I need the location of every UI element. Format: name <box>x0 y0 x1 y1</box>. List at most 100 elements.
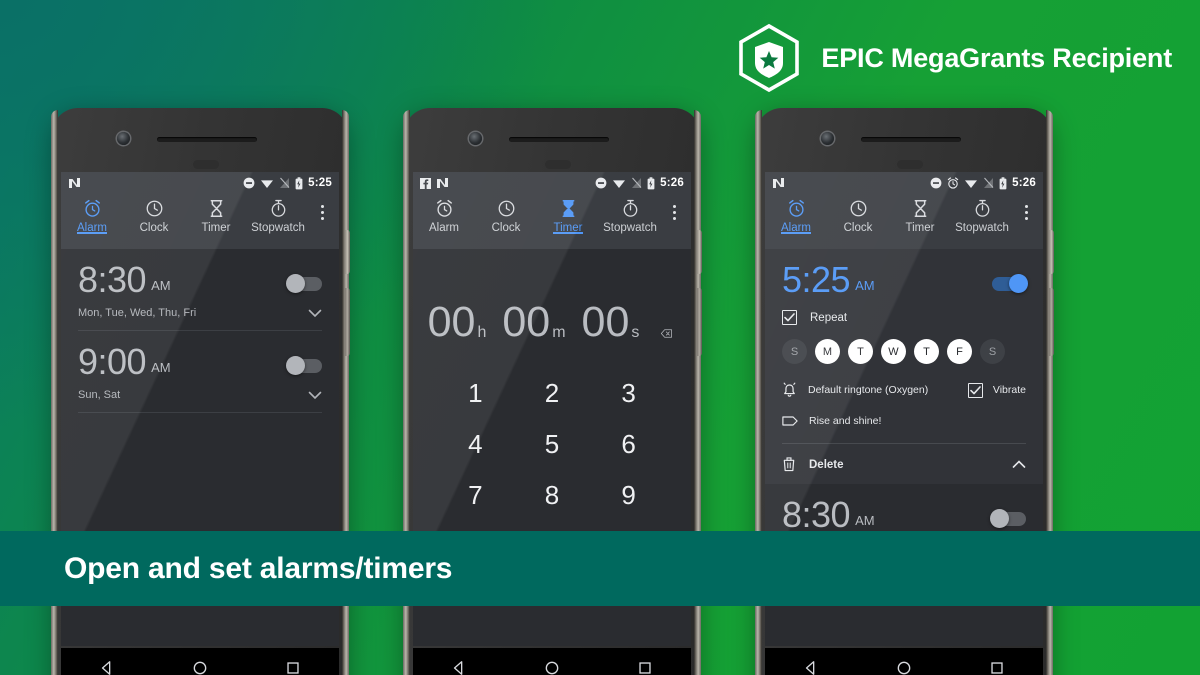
backspace-icon[interactable] <box>657 329 676 344</box>
badge-label: EPIC MegaGrants Recipient <box>821 42 1172 73</box>
power-button[interactable] <box>697 230 702 274</box>
vibrate-label: Vibrate <box>992 384 1026 397</box>
circle-home-icon[interactable] <box>544 660 560 675</box>
keypad-key-5[interactable]: 5 <box>514 429 591 460</box>
alarm-item[interactable]: 9:00 AM Sun, Sat <box>61 331 339 412</box>
tab-alarm[interactable]: Alarm <box>61 194 123 234</box>
android-n-icon <box>437 178 448 188</box>
alarm-clock-icon <box>84 199 100 217</box>
tab-clock[interactable]: Clock <box>475 194 537 234</box>
day-sunday[interactable]: S <box>782 339 807 365</box>
keypad-key-2[interactable]: 2 <box>514 378 591 409</box>
day-wednesday[interactable]: W <box>881 339 906 365</box>
tab-alarm[interactable]: Alarm <box>413 194 475 234</box>
alarm-toggle[interactable] <box>286 274 322 294</box>
tab-bar: Alarm Clock Timer Stopwatch <box>61 194 339 249</box>
stopwatch-icon <box>975 199 989 217</box>
timer-hours: 00 <box>427 298 476 346</box>
tab-stopwatch[interactable]: Stopwatch <box>951 194 1013 234</box>
timer-hours-unit: h <box>477 324 487 341</box>
power-button[interactable] <box>1049 230 1054 274</box>
day-saturday[interactable]: S <box>980 339 1005 365</box>
volume-button[interactable] <box>697 288 702 356</box>
tab-active-indicator <box>77 231 107 234</box>
circle-home-icon[interactable] <box>896 660 912 675</box>
alarm-toggle[interactable] <box>286 356 322 376</box>
status-bar-clock: 5:26 <box>660 177 684 189</box>
repeat-row[interactable]: Repeat <box>765 310 1043 326</box>
circle-home-icon[interactable] <box>192 660 208 675</box>
delete-row[interactable]: Delete <box>765 457 1043 476</box>
more-vertical-icon[interactable] <box>661 194 687 220</box>
alarm-item-expanded[interactable]: 5:25 AM <box>765 249 1043 298</box>
square-recents-icon[interactable] <box>637 660 653 675</box>
tab-clock-label: Clock <box>139 222 169 234</box>
proximity-sensor <box>193 160 219 169</box>
day-thursday[interactable]: T <box>914 339 939 365</box>
delete-label: Delete <box>809 458 844 471</box>
more-vertical-icon[interactable] <box>1013 194 1039 220</box>
alarm-item[interactable]: 8:30 AM Mon, Tue, Wed, Thu, Fri <box>61 249 339 330</box>
keypad-key-6[interactable]: 6 <box>590 429 667 460</box>
tab-timer[interactable]: Timer <box>537 194 599 234</box>
toggle-knob <box>1009 274 1028 294</box>
tab-clock[interactable]: Clock <box>123 194 185 234</box>
overflow-dot <box>1024 205 1028 208</box>
keypad-key-1[interactable]: 1 <box>437 378 514 409</box>
bell-ring-icon <box>783 382 796 397</box>
alarm-time[interactable]: 5:25 <box>782 261 851 297</box>
hourglass-icon <box>210 199 222 218</box>
vibrate-checkbox[interactable] <box>967 382 983 398</box>
day-monday[interactable]: M <box>815 339 840 365</box>
tab-timer[interactable]: Timer <box>889 194 951 234</box>
keypad-key-3[interactable]: 3 <box>590 378 667 409</box>
square-recents-icon[interactable] <box>285 660 301 675</box>
triangle-back-icon[interactable] <box>451 660 467 675</box>
repeat-checkbox[interactable] <box>782 310 797 326</box>
chevron-down-icon[interactable] <box>308 391 322 400</box>
volume-button[interactable] <box>345 288 350 356</box>
overflow-dot <box>1024 217 1028 220</box>
alarm-item-header: 9:00 AM <box>78 344 322 380</box>
alarm-item-header: 5:25 AM <box>782 261 1028 298</box>
chevron-down-icon[interactable] <box>308 309 322 318</box>
triangle-back-icon[interactable] <box>99 660 115 675</box>
check-icon <box>970 385 981 395</box>
alarm-toggle[interactable] <box>992 274 1028 294</box>
overflow-dot <box>672 205 676 208</box>
keypad-key-9[interactable]: 9 <box>590 480 667 511</box>
trash-icon <box>783 457 795 472</box>
alarm-ampm: AM <box>855 278 875 294</box>
keypad-key-7[interactable]: 7 <box>437 480 514 511</box>
timer-minutes: 00 <box>502 298 551 346</box>
volume-button[interactable] <box>1049 288 1054 356</box>
phone-top-bezel <box>765 116 1043 174</box>
ringtone-row[interactable]: Default ringtone (Oxygen) Vibrate <box>765 382 1043 398</box>
tab-alarm[interactable]: Alarm <box>765 194 827 234</box>
timer-seconds-unit: s <box>631 324 640 341</box>
alarm-label-row[interactable]: Rise and shine! <box>765 415 1043 427</box>
alarm-days: Mon, Tue, Wed, Thu, Fri <box>78 307 197 320</box>
tab-stopwatch[interactable]: Stopwatch <box>599 194 661 234</box>
tab-clock[interactable]: Clock <box>827 194 889 234</box>
chevron-up-icon[interactable] <box>1012 460 1026 469</box>
day-friday[interactable]: F <box>947 339 972 365</box>
keypad-key-4[interactable]: 4 <box>437 429 514 460</box>
battery-charging-icon <box>999 176 1007 189</box>
tab-timer[interactable]: Timer <box>185 194 247 234</box>
square-recents-icon[interactable] <box>989 660 1005 675</box>
day-tuesday[interactable]: T <box>848 339 873 365</box>
clock-icon <box>850 200 866 217</box>
android-n-icon <box>69 178 80 188</box>
tab-stopwatch[interactable]: Stopwatch <box>247 194 309 234</box>
toggle-knob <box>990 509 1009 529</box>
alarm-ampm: AM <box>151 360 171 376</box>
android-n-icon <box>773 178 784 188</box>
status-bar-system-icons: 5:26 <box>930 176 1036 190</box>
triangle-back-icon[interactable] <box>803 660 819 675</box>
power-button[interactable] <box>345 230 350 274</box>
alarm-toggle[interactable] <box>990 509 1026 529</box>
vibrate-group[interactable]: Vibrate <box>967 382 1026 398</box>
more-vertical-icon[interactable] <box>309 194 335 220</box>
keypad-key-8[interactable]: 8 <box>514 480 591 511</box>
